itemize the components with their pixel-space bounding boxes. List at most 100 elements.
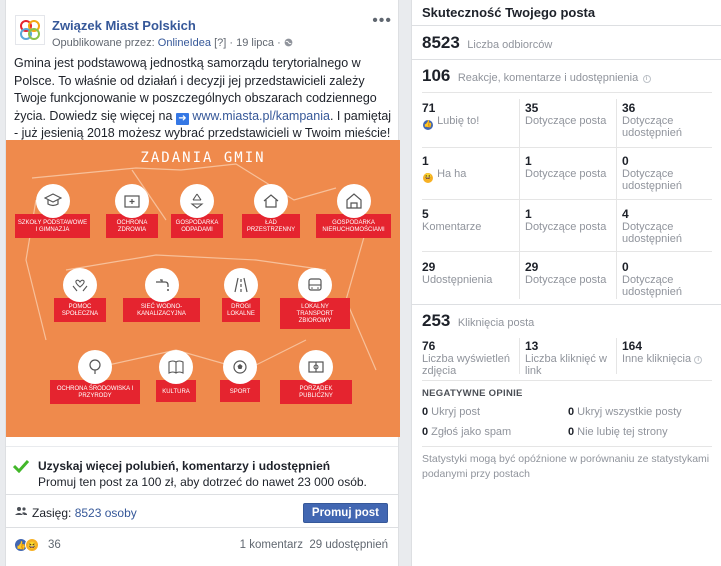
cell-label: Komentarze <box>422 221 482 233</box>
haha-label-wrap: 😆 Ha ha <box>422 168 517 184</box>
post-date[interactable]: 19 lipca <box>236 37 274 49</box>
clicks-number: 253 <box>422 311 451 330</box>
first-aid-icon <box>115 184 149 218</box>
negative-feedback-title: NEGATYWNE OPINIE <box>422 388 523 399</box>
cell-label: Dotyczące posta <box>525 221 607 233</box>
haha-icon: 😆 <box>25 538 39 552</box>
likes-shares-cell: 36 Dotyczące udostępnień <box>622 101 717 139</box>
reaction-icons[interactable]: 👍 😆 <box>14 538 39 552</box>
cell-label: Liczba kliknięć w link <box>525 353 607 377</box>
divider <box>422 446 712 447</box>
post-text: Gmina jest podstawową jednostką samorząd… <box>14 55 394 143</box>
haha-shares-cell: 0 Dotyczące udostępnień <box>622 154 717 192</box>
cell-label: Inne kliknięcia <box>622 353 692 365</box>
logo-icon <box>20 20 40 40</box>
cell-num: 13 <box>525 339 539 353</box>
cell-label: Dotyczące posta <box>525 115 607 127</box>
publisher-link[interactable]: OnlineIdea <box>158 37 211 49</box>
neg-label: Nie lubię tej strony <box>577 426 668 438</box>
node-health: OCHRONA ZDROWIA <box>106 184 158 238</box>
engagement-stat: 106 Reakcje, komentarze i udostępnienia … <box>422 66 651 86</box>
neg-label: Ukryj wszystkie posty <box>577 406 682 418</box>
node-real-estate: GOSPODARKA NIERUCHOMOŚCIAMI <box>316 184 391 238</box>
reactions-row: 👍 😆 36 1 komentarz 29 udostępnień <box>6 533 398 559</box>
node-transport: LOKALNY TRANSPORT ZBIOROWY <box>280 268 350 329</box>
neg-label: Zgłoś jako spam <box>431 426 512 438</box>
info-icon[interactable]: i <box>642 75 651 83</box>
node-environment: OCHRONA ŚRODOWISKA I PRZYRODY <box>50 350 140 404</box>
insights-panel: Skuteczność Twojego posta 8523 Liczba od… <box>411 0 721 566</box>
globe-icon <box>284 38 293 47</box>
node-social-aid: POMOC SPOŁECZNA <box>54 268 106 322</box>
cell-num: 35 <box>525 101 539 115</box>
haha-cell: 1 😆 Ha ha <box>422 154 517 184</box>
shares-count[interactable]: 29 udostępnień <box>309 539 388 551</box>
grid-divider <box>519 99 520 299</box>
node-label: LOKALNY TRANSPORT ZBIOROWY <box>280 298 350 329</box>
page-name[interactable]: Związek Miast Polskich <box>52 18 196 33</box>
tree-icon <box>78 350 112 384</box>
shares-post-cell: 29 Dotyczące posta <box>525 260 620 287</box>
promo-title: Uzyskaj więcej polubień, komentarzy i ud… <box>38 459 331 473</box>
engagement-label: Reakcje, komentarze i udostępnienia <box>457 72 639 84</box>
post-card: Związek Miast Polskich Opublikowane prze… <box>5 0 400 566</box>
promote-post-button[interactable]: Promuj post <box>302 503 388 523</box>
likes-cell: 71 👍 Lubię to! <box>422 101 517 131</box>
divider <box>422 199 712 200</box>
unlike-page-stat: 0 Nie lubię tej strony <box>568 426 668 438</box>
engagement-number: 106 <box>422 66 451 85</box>
haha-post-cell: 1 Dotyczące posta <box>525 154 620 181</box>
post-header: Związek Miast Polskich Opublikowane prze… <box>6 0 398 54</box>
node-sport: SPORT <box>220 350 260 402</box>
house-icon <box>254 184 288 218</box>
cell-label: Dotyczące udostępnień <box>622 221 682 245</box>
reach-stat: 8523 Liczba odbiorców <box>422 33 552 53</box>
faucet-icon <box>144 268 179 302</box>
comments-shares-cell: 4 Dotyczące udostępnień <box>622 207 717 245</box>
node-culture: KULTURA <box>156 350 196 402</box>
comments-cell: 5 Komentarze <box>422 207 517 234</box>
divider <box>422 251 712 252</box>
building-icon <box>336 184 371 218</box>
comments-shares: 1 komentarz 29 udostępnień <box>240 539 388 551</box>
haha-num: 1 <box>422 154 429 168</box>
cell-num: 76 <box>422 339 436 353</box>
divider <box>412 59 721 60</box>
cell-num: 29 <box>525 260 539 274</box>
reach-text: Zasięg: 8523 osoby <box>32 506 137 520</box>
reach-label: Zasięg: <box>32 506 72 520</box>
infographic-image[interactable]: ZADANIA GMIN SZKOŁY PODSTAWOWE I GIMNAZJ… <box>6 140 400 437</box>
bus-icon <box>298 268 332 302</box>
meta-dot: · <box>229 37 234 49</box>
info-icon[interactable]: i <box>694 356 703 364</box>
road-icon <box>224 268 258 302</box>
spam-stat: 0 Zgłoś jako spam <box>422 426 511 438</box>
graduation-cap-icon <box>35 184 70 218</box>
page-avatar[interactable] <box>15 15 45 45</box>
grid-divider <box>616 338 617 374</box>
reactions-count[interactable]: 36 <box>48 539 61 551</box>
divider <box>422 380 712 381</box>
haha-icon: 😆 <box>422 171 434 184</box>
divider <box>422 92 712 93</box>
more-options-icon[interactable]: ••• <box>372 12 392 30</box>
field-icon <box>299 350 333 384</box>
cell-label: Dotyczące udostępnień <box>622 168 682 192</box>
shares-shares-cell: 0 Dotyczące udostępnień <box>622 260 717 298</box>
campaign-link[interactable]: www.miasta.pl/kampania <box>192 109 330 123</box>
cell-num: 164 <box>622 339 643 353</box>
delay-note: Statystyki mogą być opóźnione w porównan… <box>422 453 710 480</box>
comments-count[interactable]: 1 komentarz <box>240 539 303 551</box>
other-clicks-cell: 164 Inne kliknięcia i <box>622 339 717 366</box>
reach-row: Zasięg: 8523 osoby Promuj post <box>6 494 398 528</box>
infographic-title: ZADANIA GMIN <box>140 150 266 166</box>
cell-num: 1 <box>525 154 532 168</box>
likes-post-cell: 35 Dotyczące posta <box>525 101 620 128</box>
clicks-stat: 253 Kliknięcia posta <box>422 311 534 331</box>
reach-value[interactable]: 8523 osoby <box>75 506 137 520</box>
cell-num: 1 <box>525 207 532 221</box>
soccer-ball-icon <box>223 350 257 384</box>
meta-help[interactable]: [?] <box>214 37 226 49</box>
meta-prefix: Opublikowane przez: <box>52 37 155 49</box>
promo-subtitle: Promuj ten post za 100 zł, aby dotrzeć d… <box>38 475 367 489</box>
